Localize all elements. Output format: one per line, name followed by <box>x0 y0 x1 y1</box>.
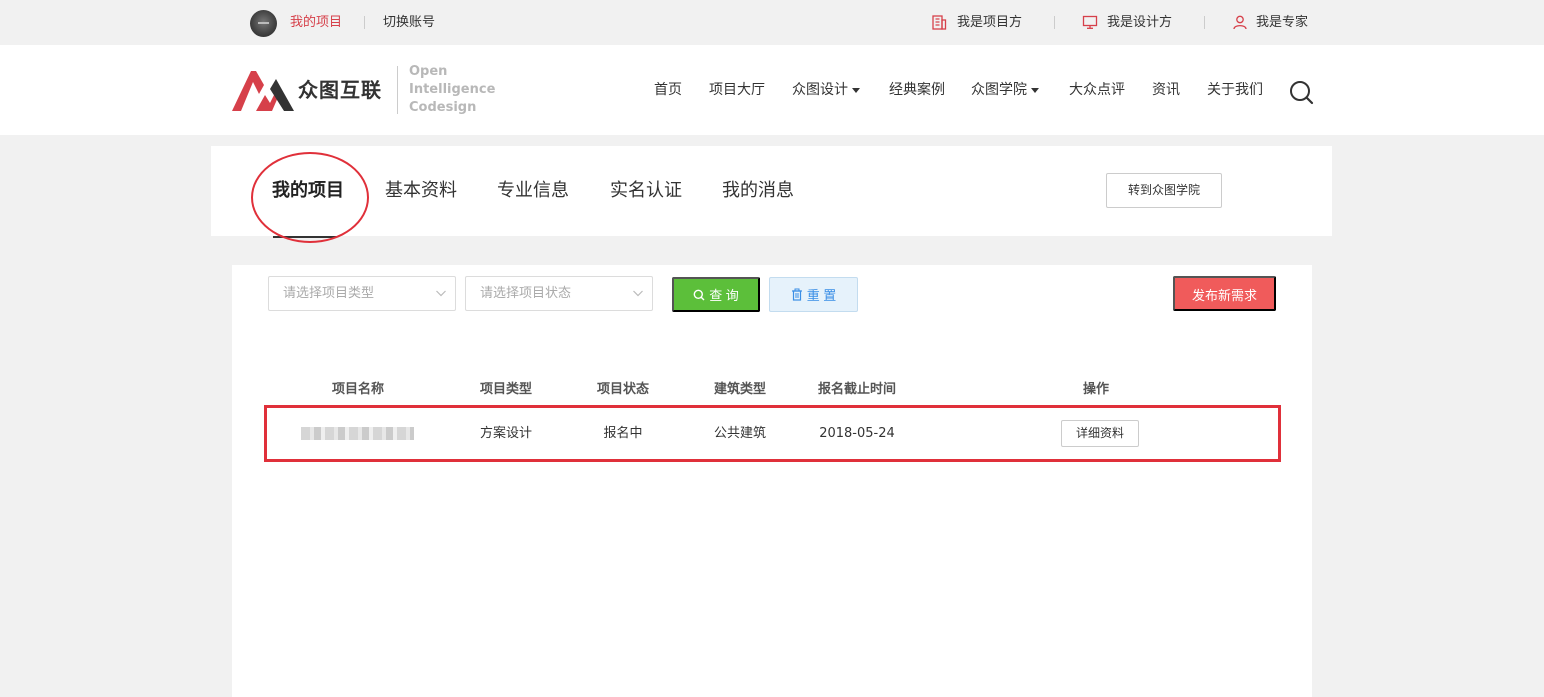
monitor-icon <box>1082 15 1098 29</box>
project-type-select[interactable]: 请选择项目类型 <box>268 276 456 311</box>
column-header-deadline: 报名截止时间 <box>817 382 897 397</box>
table-cell-type: 方案设计 <box>479 426 533 441</box>
search-icon[interactable] <box>1289 80 1314 105</box>
brand-name: 众图互联 <box>298 78 382 102</box>
nav-cases[interactable]: 经典案例 <box>889 81 945 99</box>
my-projects-link[interactable]: 我的项目 <box>290 14 342 31</box>
nav-design[interactable]: 众图设计 <box>792 81 860 99</box>
project-list-panel: 请选择项目类型 请选择项目状态 查 询 重 置 发布新需求 项目名称 项目类型 … <box>232 265 1312 697</box>
nav-academy-label: 众图学院 <box>971 82 1027 98</box>
column-header-status: 项目状态 <box>596 382 650 397</box>
brand-tagline-line: Open <box>409 64 448 79</box>
reset-button[interactable]: 重 置 <box>769 277 858 312</box>
nav-reviews[interactable]: 大众点评 <box>1069 81 1125 99</box>
column-header-building-type: 建筑类型 <box>713 382 767 397</box>
brand-tagline-line: Codesign <box>409 100 477 115</box>
chevron-down-icon <box>633 290 643 297</box>
project-name-blurred[interactable] <box>301 427 414 440</box>
nav-news[interactable]: 资讯 <box>1152 81 1180 99</box>
brand-logo-icon[interactable] <box>232 67 294 112</box>
column-header-type: 项目类型 <box>479 382 533 397</box>
tab-basic-info[interactable]: 基本资料 <box>385 180 457 202</box>
chevron-down-icon <box>436 290 446 297</box>
user-icon <box>1233 15 1247 30</box>
goto-academy-button[interactable]: 转到众图学院 <box>1106 173 1222 208</box>
divider <box>1204 16 1205 29</box>
search-icon <box>693 289 705 300</box>
table-cell-building-type: 公共建筑 <box>713 426 767 441</box>
nav-about[interactable]: 关于我们 <box>1207 81 1263 99</box>
expert-link[interactable]: 我是专家 <box>1256 14 1308 31</box>
column-header-actions: 操作 <box>1082 382 1110 397</box>
trash-icon <box>791 288 802 301</box>
tab-my-messages[interactable]: 我的消息 <box>722 180 794 202</box>
column-header-name: 项目名称 <box>331 382 385 397</box>
query-button[interactable]: 查 询 <box>672 277 760 312</box>
brand-divider <box>397 66 398 114</box>
project-owner-link[interactable]: 我是项目方 <box>957 14 1022 31</box>
user-avatar[interactable] <box>250 10 277 37</box>
tab-real-name-auth[interactable]: 实名认证 <box>610 180 682 202</box>
reset-label: 重 置 <box>806 288 837 303</box>
project-status-select[interactable]: 请选择项目状态 <box>465 276 653 311</box>
tab-professional-info[interactable]: 专业信息 <box>497 180 569 202</box>
divider <box>1054 16 1055 29</box>
table-cell-status: 报名中 <box>603 426 643 441</box>
nav-design-label: 众图设计 <box>792 82 848 98</box>
profile-tabs: 我的项目 基本资料 专业信息 实名认证 我的消息 转到众图学院 <box>211 146 1332 243</box>
project-type-placeholder: 请选择项目类型 <box>283 286 375 301</box>
nav-home[interactable]: 首页 <box>654 81 682 99</box>
caret-down-icon <box>1031 87 1039 93</box>
publish-request-button[interactable]: 发布新需求 <box>1173 276 1276 311</box>
table-cell-deadline: 2018-05-24 <box>819 426 895 441</box>
nav-academy[interactable]: 众图学院 <box>971 81 1039 99</box>
top-bar: 我的项目 切换账号 我是项目方 我是设计方 我是专家 <box>0 0 1544 45</box>
highlight-circle <box>251 152 369 243</box>
caret-down-icon <box>852 87 860 93</box>
brand-tagline-line: Intelligence <box>409 82 496 97</box>
nav-project-hall[interactable]: 项目大厅 <box>709 81 765 99</box>
query-label: 查 询 <box>709 288 739 303</box>
designer-link[interactable]: 我是设计方 <box>1107 14 1172 31</box>
main-header: 众图互联 Open Intelligence Codesign 首页 项目大厅 … <box>0 45 1544 135</box>
switch-account-link[interactable]: 切换账号 <box>383 14 435 31</box>
details-button[interactable]: 详细资料 <box>1061 420 1139 447</box>
project-status-placeholder: 请选择项目状态 <box>480 286 572 301</box>
building-icon <box>932 15 947 30</box>
avatar-image <box>258 22 269 24</box>
divider <box>364 16 365 29</box>
